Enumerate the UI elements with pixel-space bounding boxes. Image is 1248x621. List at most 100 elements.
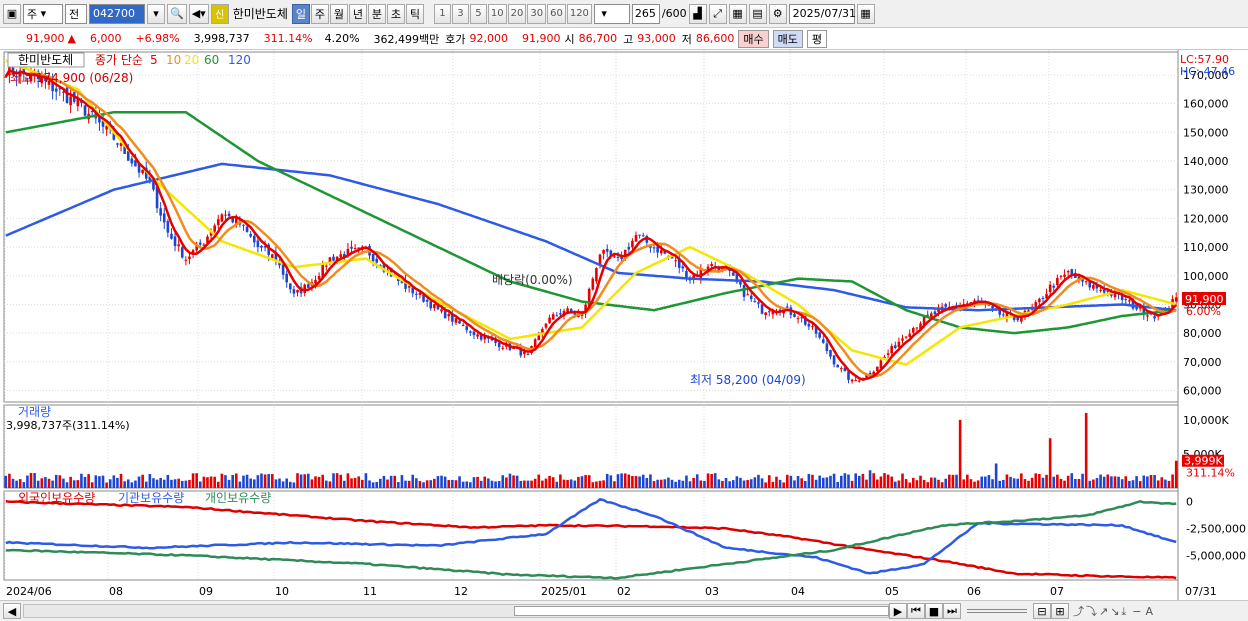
stop-icon[interactable]: ■ — [925, 603, 943, 619]
volume-bar — [1074, 478, 1077, 488]
interval-tabs: 1 3 5 10 20 30 60 120 — [433, 3, 592, 24]
scroll-right-icon[interactable]: ▶ — [889, 603, 907, 619]
volume-bar — [317, 476, 321, 488]
chart-area: 한미반도체 종가 단순 5 10 20 60 120 최고 174,900 (06/28) 최저… — [0, 50, 1248, 600]
period-tab[interactable]: 일 — [291, 3, 310, 24]
volume-bar — [984, 476, 987, 488]
interval-select[interactable]: ▾ — [593, 3, 630, 24]
draw-icon[interactable]: ⤢ — [708, 3, 727, 24]
volume-bar — [591, 482, 595, 488]
type-select[interactable]: 전 — [65, 3, 87, 24]
volume-bar — [134, 480, 137, 488]
sell-button[interactable]: 매도 — [772, 29, 803, 48]
candle-body — [339, 254, 343, 258]
volume-bar — [332, 473, 335, 488]
volume-bar — [105, 482, 108, 488]
gear-icon[interactable]: ⚙ — [768, 3, 787, 24]
volume-bar — [659, 479, 663, 488]
grid-icon[interactable]: ▦ — [728, 3, 747, 24]
interval-tab[interactable]: 30 — [527, 3, 547, 24]
zoom-slider[interactable] — [967, 609, 1027, 613]
calendar-icon[interactable]: ▦ — [856, 3, 875, 24]
candle-body — [270, 254, 274, 258]
volume-bar — [1066, 475, 1070, 488]
volume-bar — [270, 474, 274, 488]
interval-tab[interactable]: 120 — [566, 3, 592, 24]
volume-bar — [18, 479, 22, 488]
candle-body — [890, 346, 894, 354]
interval-tab[interactable]: 10 — [487, 3, 507, 24]
volume-bar — [202, 476, 206, 488]
zoom-out-icon[interactable]: ⊟ — [1033, 603, 1051, 619]
volume-bar — [663, 479, 667, 488]
font-icon[interactable]: A — [1146, 605, 1154, 618]
volume-bar — [267, 474, 270, 488]
last-icon[interactable]: ⏭ — [943, 603, 961, 619]
speaker-icon[interactable]: ◀▾ — [188, 3, 209, 24]
candle-body — [731, 272, 735, 276]
first-icon[interactable]: ⏮ — [907, 603, 925, 619]
period-tab[interactable]: 분 — [367, 3, 386, 24]
interval-tab[interactable]: 5 — [469, 3, 487, 24]
quote-low: 86,600 — [695, 32, 735, 45]
volume-bar — [595, 481, 598, 488]
period-tab[interactable]: 월 — [329, 3, 348, 24]
scrollbar[interactable] — [23, 604, 889, 618]
candle-body — [634, 235, 638, 242]
eval-button[interactable]: 평 — [806, 29, 828, 48]
volume-bar — [753, 477, 757, 488]
minus-icon[interactable]: − — [1132, 605, 1141, 618]
interval-tab[interactable]: 20 — [507, 3, 527, 24]
scroll-left-icon[interactable]: ◀ — [3, 603, 21, 619]
volume-bar — [152, 478, 155, 488]
volume-bar — [897, 480, 901, 488]
candle-body — [1034, 302, 1038, 307]
save-icon[interactable]: ▤ — [748, 3, 767, 24]
volume-bar — [285, 478, 288, 488]
volume-bar — [281, 481, 285, 488]
candle-body — [54, 88, 58, 92]
interval-tab[interactable]: 60 — [547, 3, 566, 24]
volume-bar — [1164, 479, 1167, 488]
scrollbar-thumb[interactable] — [514, 606, 889, 616]
date-tick-label: 2024/06 — [6, 585, 52, 598]
count-input[interactable]: 265 — [631, 3, 660, 24]
volume-bar — [505, 477, 508, 488]
period-tab[interactable]: 주 — [310, 3, 329, 24]
candle-body — [220, 214, 224, 222]
zoom-in-icon[interactable]: ⊞ — [1051, 603, 1069, 619]
volume-bar — [523, 480, 526, 488]
market-select[interactable]: 주 ▾ — [23, 3, 63, 24]
interval-tab[interactable]: 1 — [433, 3, 451, 24]
candle-body — [551, 314, 555, 320]
volume-bar — [667, 477, 670, 488]
indicator-icon[interactable]: ▟ — [688, 3, 707, 24]
chart-svg[interactable]: 한미반도체 종가 단순 5 10 20 60 120최고 174,900 (06/28)최저… — [0, 50, 1248, 600]
volume-bar — [559, 474, 562, 488]
period-tab[interactable]: 년 — [348, 3, 367, 24]
holding-legend: 기관보유수량 — [118, 491, 184, 505]
search-icon[interactable]: 🔍 — [167, 3, 187, 24]
period-tab[interactable]: 초 — [386, 3, 405, 24]
buy-button[interactable]: 매수 — [738, 29, 769, 48]
volume-bar — [623, 473, 627, 488]
code-input[interactable]: 042700 — [89, 3, 145, 24]
code-dropdown-icon[interactable]: ▾ — [147, 3, 165, 24]
candle-body — [116, 143, 119, 145]
draw-tools-icon[interactable]: ⤴⤵↗↘⤓ — [1073, 603, 1128, 619]
open-label: 시 — [564, 32, 575, 46]
layout-icon[interactable]: ▣ — [3, 3, 21, 24]
candle-body — [69, 96, 72, 106]
period-tab[interactable]: 틱 — [405, 3, 424, 24]
volume-bar — [1131, 480, 1135, 488]
candle-body — [1016, 317, 1020, 321]
price-tick-label: 70,000 — [1183, 356, 1222, 369]
interval-tab[interactable]: 3 — [451, 3, 469, 24]
candle-body — [476, 334, 479, 337]
date-input[interactable]: 2025/07/31 — [788, 3, 856, 24]
holding-line — [5, 497, 1177, 575]
candle-body — [627, 246, 631, 250]
candle-body — [544, 323, 548, 328]
volume-bar — [879, 476, 883, 488]
date-tick-label: 05 — [885, 585, 899, 598]
